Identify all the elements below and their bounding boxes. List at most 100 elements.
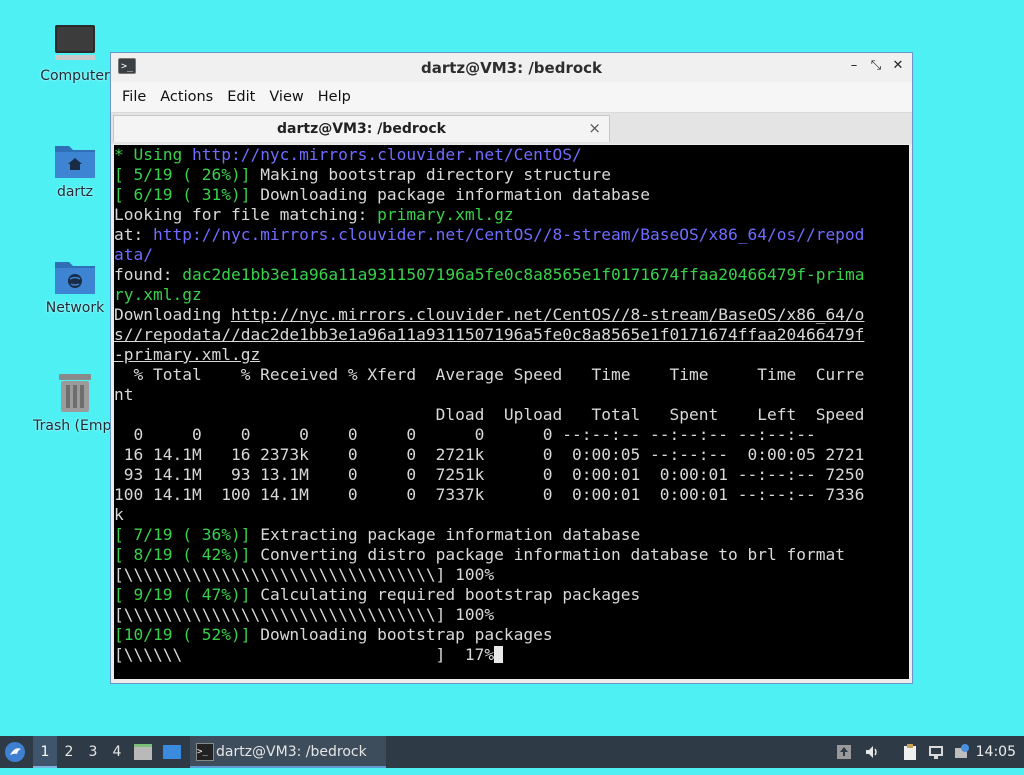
- network-folder-icon: [55, 262, 95, 294]
- terminal-text: Dload Upload Total Spent Left Speed: [114, 405, 865, 424]
- terminal-text: [\\\\\\\\\\\\\\\\\\\\\\\\\\\\\\\\] 100%: [114, 565, 495, 584]
- workspace-3[interactable]: 3: [81, 736, 105, 768]
- terminal-text: ry.xml.gz: [114, 285, 202, 304]
- menu-file[interactable]: File: [115, 89, 153, 105]
- terminal-text: -primary.xml.gz: [114, 345, 261, 364]
- terminal-line: [ 8/19 ( 42%)] Converting distro package…: [114, 545, 909, 565]
- terminal-window: >_ dartz@VM3: /bedrock – ⤡ ✕ File Action…: [110, 52, 913, 684]
- terminal-line: Dload Upload Total Spent Left Speed: [114, 405, 909, 425]
- workspace-1[interactable]: 1: [33, 736, 57, 768]
- terminal-line: [ 7/19 ( 36%)] Extracting package inform…: [114, 525, 909, 545]
- terminal-text: Downloading bootstrap packages: [250, 625, 553, 644]
- terminal-text: Downloading: [114, 305, 231, 324]
- tab-close-icon[interactable]: ×: [588, 119, 601, 137]
- folder-icon: [134, 744, 152, 760]
- window-title: dartz@VM3: /bedrock: [420, 58, 603, 77]
- terminal-text: [ 6/19 ( 31%)]: [114, 185, 251, 204]
- start-menu-button[interactable]: [4, 736, 30, 768]
- volume-icon[interactable]: [864, 744, 880, 760]
- terminal-line: [ 6/19 ( 31%)] Downloading package infor…: [114, 185, 909, 205]
- clipboard-icon[interactable]: [902, 744, 918, 760]
- terminal-line: [\\\\\\ ] 17%: [114, 645, 909, 665]
- terminal-text: http://nyc.mirrors.clouvider.net/CentOS/: [191, 145, 582, 164]
- terminal-icon: >_: [196, 743, 214, 761]
- terminal-cursor: [494, 646, 504, 663]
- terminal-text: [\\\\\\ ] 17%: [114, 645, 495, 664]
- desktop-icon: [163, 745, 181, 759]
- terminal-line: Looking for file matching: primary.xml.g…: [114, 205, 909, 225]
- home-folder-icon: [55, 146, 95, 178]
- taskbar: 1 2 3 4 >_ dartz@VM3: /bedrock 14:05: [0, 736, 1024, 768]
- terminal-text: ata/: [114, 245, 153, 264]
- file-manager-launcher[interactable]: [133, 736, 155, 768]
- terminal-text: 93 14.1M 93 13.1M 0 0 7251k 0 0:00:01 0:…: [114, 465, 865, 484]
- minimize-button[interactable]: –: [846, 57, 862, 75]
- menu-help[interactable]: Help: [311, 89, 358, 105]
- terminal-line: -primary.xml.gz: [114, 345, 909, 365]
- taskbar-item-label: dartz@VM3: /bedrock: [216, 744, 367, 760]
- terminal-text: [ 7/19 ( 36%)]: [114, 525, 251, 544]
- show-desktop-button[interactable]: [162, 736, 184, 768]
- terminal-line: 16 14.1M 16 2373k 0 0 2721k 0 0:00:05 --…: [114, 445, 909, 465]
- terminal-line: at: http://nyc.mirrors.clouvider.net/Cen…: [114, 225, 909, 245]
- terminal-text: 16 14.1M 16 2373k 0 0 2721k 0 0:00:05 --…: [114, 445, 865, 464]
- terminal-line: 0 0 0 0 0 0 0 0 --:--:-- --:--:-- --:--:…: [114, 425, 909, 445]
- terminal-text: Extracting package information database: [250, 525, 641, 544]
- terminal-text: [\\\\\\\\\\\\\\\\\\\\\\\\\\\\\\\\] 100%: [114, 605, 495, 624]
- terminal-text: dac2de1bb3e1a96a11a9311507196a5fe0c8a856…: [182, 265, 865, 284]
- terminal-text: nt: [114, 385, 134, 404]
- terminal-line: s//repodata//dac2de1bb3e1a96a11a93115071…: [114, 325, 909, 345]
- terminal-output[interactable]: * Using http://nyc.mirrors.clouvider.net…: [114, 145, 909, 679]
- terminal-text: Looking for file matching:: [114, 205, 378, 224]
- terminal-text: Converting distro package information da…: [250, 545, 845, 564]
- terminal-line: [\\\\\\\\\\\\\\\\\\\\\\\\\\\\\\\\] 100%: [114, 605, 909, 625]
- terminal-text: found:: [114, 265, 183, 284]
- tab-title: dartz@VM3: /bedrock: [277, 121, 446, 137]
- terminal-text: s//repodata//dac2de1bb3e1a96a11a93115071…: [114, 325, 865, 344]
- terminal-text: Downloading package information database: [250, 185, 651, 204]
- close-button[interactable]: ✕: [890, 57, 906, 75]
- distro-logo-icon: [5, 742, 25, 762]
- computer-icon: [55, 25, 95, 60]
- terminal-text: [10/19 ( 52%)]: [114, 625, 251, 644]
- terminal-line: [10/19 ( 52%)] Downloading bootstrap pac…: [114, 625, 909, 645]
- menu-edit[interactable]: Edit: [220, 89, 262, 105]
- terminal-line: * Using http://nyc.mirrors.clouvider.net…: [114, 145, 909, 165]
- menu-view[interactable]: View: [262, 89, 310, 105]
- terminal-text: at:: [114, 225, 153, 244]
- terminal-text: [ 5/19 ( 26%)]: [114, 165, 251, 184]
- terminal-text: 0 0 0 0 0 0 0 0 --:--:-- --:--:-- --:--:…: [114, 425, 816, 444]
- workspace-4[interactable]: 4: [105, 736, 129, 768]
- terminal-text: Calculating required bootstrap packages: [250, 585, 641, 604]
- terminal-text: 100 14.1M 100 14.1M 0 0 7337k 0 0:00:01 …: [114, 485, 865, 504]
- terminal-line: [ 5/19 ( 26%)] Making bootstrap director…: [114, 165, 909, 185]
- tab-terminal[interactable]: dartz@VM3: /bedrock ×: [113, 115, 610, 142]
- update-icon[interactable]: [954, 744, 970, 760]
- terminal-line: found: dac2de1bb3e1a96a11a9311507196a5fe…: [114, 265, 909, 285]
- clock[interactable]: 14:05: [976, 736, 1016, 768]
- upload-icon[interactable]: [836, 744, 852, 760]
- menu-actions[interactable]: Actions: [153, 89, 220, 105]
- terminal-line: Downloading http://nyc.mirrors.clouvider…: [114, 305, 909, 325]
- tab-bar: dartz@VM3: /bedrock ×: [111, 113, 912, 144]
- window-titlebar[interactable]: >_ dartz@VM3: /bedrock – ⤡ ✕: [111, 53, 912, 82]
- terminal-text: http://nyc.mirrors.clouvider.net/CentOS/…: [152, 225, 865, 244]
- terminal-text: [ 8/19 ( 42%)]: [114, 545, 251, 564]
- taskbar-item-terminal[interactable]: >_ dartz@VM3: /bedrock: [190, 736, 386, 768]
- maximize-button[interactable]: ⤡: [868, 57, 884, 75]
- terminal-line: [\\\\\\\\\\\\\\\\\\\\\\\\\\\\\\\\] 100%: [114, 565, 909, 585]
- trash-icon: [59, 374, 91, 412]
- window-controls: – ⤡ ✕: [846, 57, 906, 75]
- terminal-line: [ 9/19 ( 47%)] Calculating required boot…: [114, 585, 909, 605]
- terminal-text: [ 9/19 ( 47%)]: [114, 585, 251, 604]
- terminal-line: nt: [114, 385, 909, 405]
- terminal-line: ry.xml.gz: [114, 285, 909, 305]
- terminal-line: 100 14.1M 100 14.1M 0 0 7337k 0 0:00:01 …: [114, 485, 909, 505]
- workspace-2[interactable]: 2: [57, 736, 81, 768]
- terminal-text: primary.xml.gz: [377, 205, 514, 224]
- terminal-text: * Using: [114, 145, 192, 164]
- terminal-line: 93 14.1M 93 13.1M 0 0 7251k 0 0:00:01 0:…: [114, 465, 909, 485]
- terminal-line: ata/: [114, 245, 909, 265]
- terminal-text: Making bootstrap directory structure: [250, 165, 612, 184]
- network-icon[interactable]: [928, 744, 944, 760]
